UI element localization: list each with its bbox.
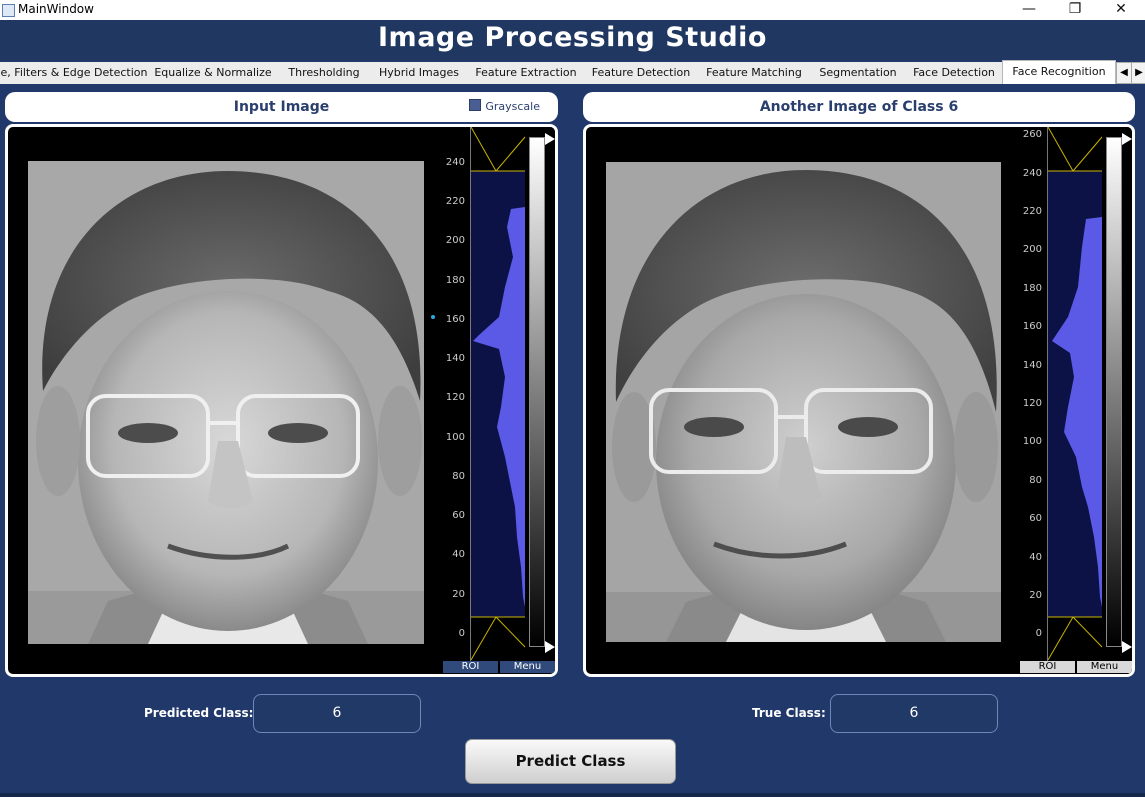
tab-scroll-left-icon[interactable]: ◀: [1116, 62, 1132, 84]
hist-tick-label: 140: [1022, 360, 1042, 371]
hist-tick-label: 220: [445, 196, 465, 207]
close-button[interactable]: ✕: [1098, 0, 1144, 20]
hist-tick-label: 140: [445, 353, 465, 364]
input-image-header: Input Image Grayscale: [5, 92, 558, 122]
hist-tick-label: 100: [445, 432, 465, 443]
input-histogram-axis: 240 220 200 180 160 140 120 100 80 60 40…: [442, 127, 471, 662]
hist-tick-label: 180: [445, 275, 465, 286]
reference-histogram[interactable]: 260 240 220 200 180 160 140 120 100 80 6…: [1019, 127, 1132, 674]
hist-tick-label: 260: [1022, 129, 1042, 140]
predict-class-button[interactable]: Predict Class: [465, 739, 676, 784]
hist-tick-label: 0: [1035, 628, 1042, 639]
hist-tick-label: 120: [1022, 398, 1042, 409]
app-title: Image Processing Studio: [378, 22, 767, 53]
hist-tick-label: 160: [445, 314, 465, 325]
true-class-field[interactable]: 6: [830, 694, 998, 733]
input-histogram[interactable]: 240 220 200 180 160 140 120 100 80 60 40…: [442, 127, 555, 674]
hist-tick-label: 200: [1022, 244, 1042, 255]
input-roi-button[interactable]: ROI: [443, 661, 498, 673]
input-histogram-plot: [471, 127, 555, 660]
hist-tick-label: 40: [452, 549, 465, 560]
roi-handle[interactable]: [431, 315, 435, 319]
hist-tick-label: 80: [1029, 475, 1042, 486]
tab-segmentation[interactable]: Segmentation: [810, 62, 907, 84]
hist-tick-label: 220: [1022, 206, 1042, 217]
reference-image-header: Another Image of Class 6: [583, 92, 1135, 122]
hist-tick-label: 60: [452, 510, 465, 521]
hist-tick-label: 20: [1029, 590, 1042, 601]
reference-histogram-plot: [1048, 127, 1132, 660]
reference-image-title: Another Image of Class 6: [759, 99, 959, 115]
app-window-icon: [2, 4, 15, 17]
tab-face-detection[interactable]: Face Detection: [906, 62, 1003, 84]
predicted-class-field[interactable]: 6: [253, 694, 421, 733]
minimize-button[interactable]: —: [1006, 0, 1052, 20]
reference-roi-button[interactable]: ROI: [1020, 661, 1075, 673]
input-face-image[interactable]: [28, 161, 424, 644]
hist-tick-label: 240: [1022, 168, 1042, 179]
input-image-title: Input Image: [233, 99, 330, 115]
hist-tick-label: 200: [445, 235, 465, 246]
hist-tick-label: 20: [452, 589, 465, 600]
reference-histogram-axis: 260 240 220 200 180 160 140 120 100 80 6…: [1019, 127, 1048, 662]
input-menu-button[interactable]: Menu: [500, 661, 555, 673]
tab-filters-edge-detection[interactable]: e, Filters & Edge Detection: [0, 62, 149, 84]
hist-tick-label: 100: [1022, 436, 1042, 447]
tab-face-recognition[interactable]: Face Recognition: [1002, 60, 1116, 84]
tab-feature-detection[interactable]: Feature Detection: [584, 62, 699, 84]
window-titlebar: MainWindow — ❐ ✕: [0, 0, 1145, 20]
tab-bar: e, Filters & Edge Detection Equalize & N…: [0, 60, 1145, 84]
maximize-button[interactable]: ❐: [1052, 0, 1098, 20]
hist-tick-label: 160: [1022, 321, 1042, 332]
grayscale-label: Grayscale: [485, 100, 540, 113]
tab-feature-matching[interactable]: Feature Matching: [698, 62, 811, 84]
window-title: MainWindow: [18, 2, 94, 16]
true-class-label: True Class:: [752, 706, 826, 720]
predicted-class-label: Predicted Class:: [144, 706, 254, 720]
reference-menu-button[interactable]: Menu: [1077, 661, 1132, 673]
status-strip: [0, 793, 1145, 797]
tab-thresholding[interactable]: Thresholding: [278, 62, 371, 84]
app-header: Image Processing Studio: [0, 20, 1145, 60]
tab-equalize-normalize[interactable]: Equalize & Normalize: [148, 62, 279, 84]
grayscale-checkbox[interactable]: Grayscale: [469, 92, 540, 122]
hist-tick-label: 120: [445, 392, 465, 403]
grayscale-checkbox-icon[interactable]: [469, 99, 482, 111]
hist-tick-label: 60: [1029, 513, 1042, 524]
tab-hybrid-images[interactable]: Hybrid Images: [370, 62, 469, 84]
tab-feature-extraction[interactable]: Feature Extraction: [468, 62, 585, 84]
tab-scroll-right-icon[interactable]: ▶: [1131, 62, 1145, 84]
reference-image-view: 260 240 220 200 180 160 140 120 100 80 6…: [583, 124, 1135, 677]
hist-tick-label: 180: [1022, 283, 1042, 294]
hist-tick-label: 0: [458, 628, 465, 639]
hist-tick-label: 240: [445, 157, 465, 168]
reference-face-image[interactable]: [606, 162, 1001, 642]
hist-tick-label: 40: [1029, 552, 1042, 563]
input-image-view: 240 220 200 180 160 140 120 100 80 60 40…: [5, 124, 558, 677]
hist-tick-label: 80: [452, 471, 465, 482]
